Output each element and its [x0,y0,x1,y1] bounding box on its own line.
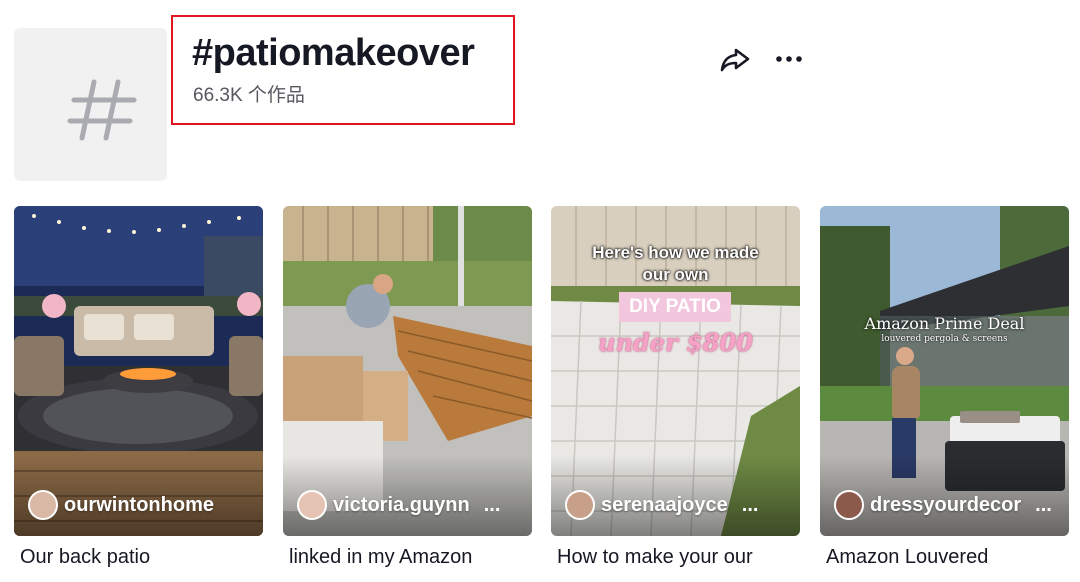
username-ellipsis: ... [1035,493,1052,516]
more-button[interactable] [772,46,806,72]
video-caption[interactable]: linked in my Amazon [289,546,549,569]
video-card-1[interactable]: ourwintonhome [14,206,263,536]
author-username: victoria.guynn [333,493,470,516]
video-overlay-text: Here's how we made our own [551,242,800,286]
username-ellipsis: ... [483,493,501,516]
overlay-line: Here's how we made [592,243,759,262]
share-icon [720,48,750,72]
share-button[interactable] [718,44,752,74]
overlay-script: under $800 [598,328,753,357]
video-card-3[interactable]: Here's how we made our own DIY PATIO und… [551,206,800,536]
video-caption[interactable]: Our back patio [20,546,280,569]
video-author: ourwintonhome [28,490,251,520]
video-author: dressyourdecor ... [834,490,1057,520]
author-username: dressyourdecor [870,493,1022,516]
video-card-4[interactable]: Amazon Prime Deal louvered pergola & scr… [820,206,1069,536]
overlay-subtitle: louvered pergola & screens [881,334,1008,344]
avatar [297,490,327,520]
username-ellipsis: ... [741,493,759,516]
hashtag-title: #patiomakeover [192,32,475,74]
video-author: serenaajoyce ... [565,490,788,520]
avatar [28,490,58,520]
overlay-title: Amazon Prime Deal [864,314,1025,333]
author-username: ourwintonhome [64,493,214,516]
hashtag-tile [14,28,167,181]
video-caption[interactable]: How to make your our [557,546,817,569]
more-icon [776,56,802,62]
post-count: 66.3K 个作品 [193,85,305,106]
avatar [565,490,595,520]
hashtag-icon [67,79,137,141]
video-author: victoria.guynn ... [297,490,520,520]
overlay-line: our own [642,265,709,284]
overlay-badge: DIY PATIO [619,292,731,322]
author-username: serenaajoyce [601,493,728,516]
video-caption[interactable]: Amazon Louvered [826,546,1080,569]
avatar [834,490,864,520]
video-card-2[interactable]: victoria.guynn ... [283,206,532,536]
